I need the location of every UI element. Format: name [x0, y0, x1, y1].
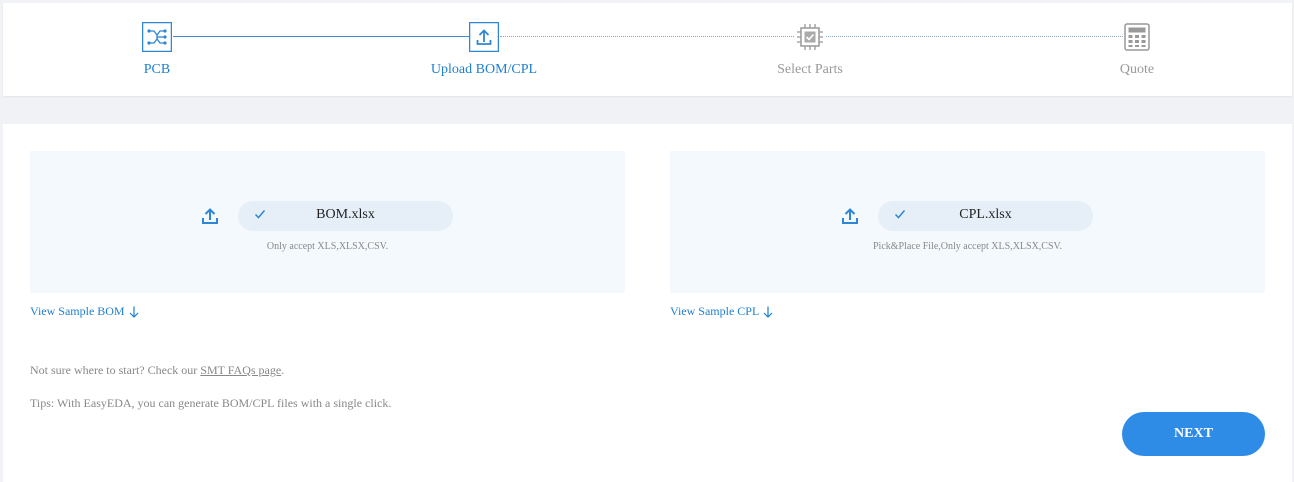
next-button[interactable]: NEXT [1122, 412, 1265, 456]
tips-note: Tips: With EasyEDA, you can generate BOM… [30, 396, 392, 410]
view-sample-cpl-link[interactable]: View Sample CPL [670, 304, 773, 319]
step-label: Upload BOM/CPL [430, 62, 538, 77]
upload-icon [468, 21, 500, 53]
cpl-format-hint: Pick&Place File,Only accept XLS,XLSX,CSV… [873, 241, 1062, 252]
step-label: PCB [143, 62, 171, 77]
upload-icon[interactable] [841, 207, 859, 225]
bom-upload-area[interactable]: BOM.xlsx Only accept XLS,XLSX,CSV. [30, 151, 625, 293]
step-quote[interactable]: Quote [1057, 22, 1217, 78]
cpl-file-chip: CPL.xlsx [878, 201, 1093, 231]
upload-panel: BOM.xlsx Only accept XLS,XLSX,CSV. View … [3, 124, 1292, 482]
faq-note: Not sure where to start? Check our SMT F… [30, 363, 284, 378]
download-arrow-icon [129, 306, 139, 319]
view-sample-bom-label: View Sample BOM [30, 304, 125, 318]
upload-icon[interactable] [201, 207, 219, 225]
bom-file-chip: BOM.xlsx [238, 201, 453, 231]
faq-note-prefix: Not sure where to start? Check our [30, 363, 201, 377]
bom-format-hint: Only accept XLS,XLSX,CSV. [266, 241, 389, 252]
step-upload[interactable]: Upload BOM/CPL [404, 21, 564, 78]
step-label: Select Parts [777, 62, 843, 77]
cpl-file-row: CPL.xlsx [670, 201, 1265, 231]
view-sample-cpl-label: View Sample CPL [670, 304, 760, 318]
pcb-circuit-icon [141, 21, 173, 53]
progress-steps: PCB Upload BOM/CPL Select Parts Quote [3, 3, 1292, 96]
cpl-filename: CPL.xlsx [959, 207, 1012, 222]
smt-faqs-link[interactable]: SMT FAQs page [200, 363, 281, 377]
cpl-upload-area[interactable]: CPL.xlsx Pick&Place File,Only accept XLS… [670, 151, 1265, 293]
step-label: Quote [1119, 62, 1155, 77]
bom-filename: BOM.xlsx [316, 207, 375, 222]
step-select-parts[interactable]: Select Parts [730, 22, 890, 78]
view-sample-bom-link[interactable]: View Sample BOM [30, 304, 139, 319]
chip-check-icon [795, 22, 825, 52]
download-arrow-icon [763, 306, 773, 319]
calculator-icon [1122, 22, 1152, 52]
bom-file-row: BOM.xlsx [30, 201, 625, 231]
step-pcb[interactable]: PCB [77, 21, 237, 78]
faq-note-suffix: . [281, 363, 285, 377]
